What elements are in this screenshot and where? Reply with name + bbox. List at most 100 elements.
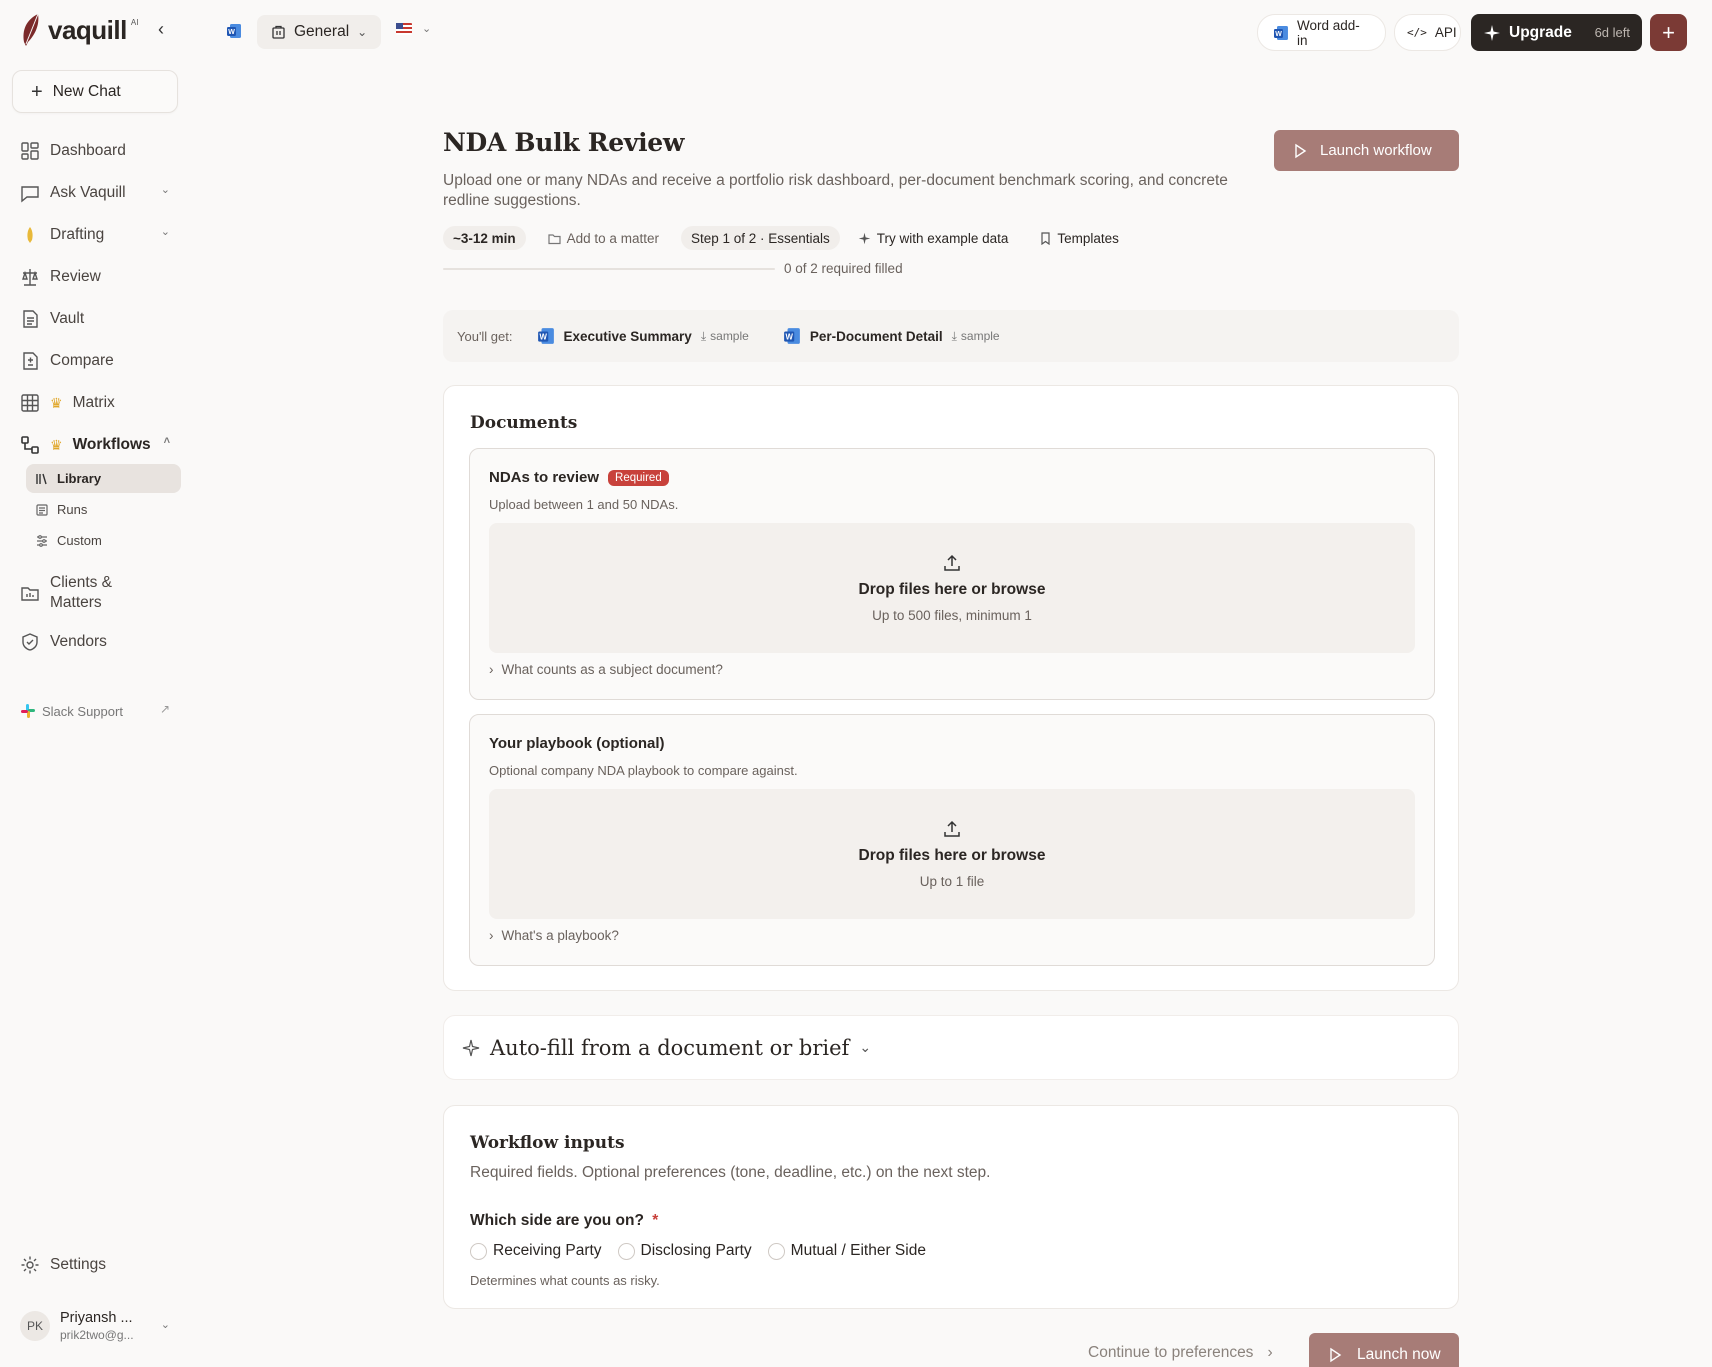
gear-icon bbox=[21, 1256, 39, 1274]
brand-suffix: AI bbox=[130, 18, 139, 27]
file-icon bbox=[23, 310, 38, 328]
ndas-title-text: NDAs to review bbox=[489, 469, 600, 486]
add-to-matter-button[interactable]: Add to a matter bbox=[548, 231, 659, 246]
subject-document-help[interactable]: › What counts as a subject document? bbox=[489, 662, 723, 677]
side-question-label: Which side are you on? * bbox=[470, 1212, 658, 1230]
dropzone-label: Drop files here or browse bbox=[858, 581, 1046, 598]
language-select[interactable]: ⌄ bbox=[396, 22, 431, 35]
radio-receiving-party[interactable]: Receiving Party bbox=[470, 1242, 602, 1260]
sidebar-item-compare[interactable]: Compare bbox=[20, 345, 180, 377]
sidebar-item-drafting[interactable]: Drafting ⌄ bbox=[20, 219, 180, 251]
download-sample-button[interactable]: ⤓ sample bbox=[952, 329, 1000, 344]
upgrade-button[interactable]: Upgrade 6d left bbox=[1471, 14, 1642, 51]
launch-now-label: Launch now bbox=[1357, 1346, 1441, 1363]
sidebar-item-label: Compare bbox=[50, 352, 114, 369]
play-icon bbox=[1330, 1347, 1342, 1363]
chevron-right-icon: › bbox=[1267, 1344, 1273, 1361]
documents-title: Documents bbox=[470, 413, 578, 433]
required-asterisk: * bbox=[652, 1212, 659, 1229]
new-chat-button[interactable]: + New Chat bbox=[12, 70, 178, 113]
sidebar-item-label: Matrix bbox=[72, 394, 115, 411]
sidebar-item-dashboard[interactable]: Dashboard bbox=[20, 135, 180, 167]
sidebar-item-custom[interactable]: Custom bbox=[26, 526, 181, 555]
output-per-document-detail: W Per-Document Detail ⤓ sample bbox=[773, 320, 1010, 352]
folder-icon bbox=[548, 233, 561, 244]
playbook-title-text: Your playbook (optional) bbox=[489, 735, 665, 752]
sidebar-item-vault[interactable]: Vault bbox=[20, 303, 180, 335]
sample-label: sample bbox=[710, 329, 749, 343]
ndas-dropzone[interactable]: Drop files here or browse Up to 500 file… bbox=[489, 523, 1415, 653]
side-hint: Determines what counts as risky. bbox=[470, 1273, 660, 1288]
radio-disclosing-party[interactable]: Disclosing Party bbox=[617, 1242, 752, 1260]
step-badge: Step 1 of 2 · Essentials bbox=[680, 226, 840, 250]
sidebar-item-clients-matters[interactable]: Clients & Matters bbox=[20, 572, 180, 614]
svg-text:W: W bbox=[228, 29, 235, 36]
templates-button[interactable]: Templates bbox=[1040, 231, 1119, 246]
pen-icon bbox=[27, 227, 33, 243]
output-name: Per-Document Detail bbox=[809, 328, 943, 344]
workflow-inputs-card: Workflow inputs Required fields. Optiona… bbox=[443, 1105, 1459, 1309]
chevron-down-icon: ⌄ bbox=[859, 1039, 872, 1055]
grid-icon bbox=[21, 394, 39, 412]
radio-mutual[interactable]: Mutual / Either Side bbox=[767, 1242, 926, 1260]
word-icon: W bbox=[537, 328, 554, 344]
slack-support-link[interactable]: Slack Support ↗ bbox=[20, 700, 170, 722]
crown-icon: ♛ bbox=[50, 394, 63, 411]
sliders-icon bbox=[37, 534, 47, 547]
radio-circle bbox=[767, 1242, 785, 1260]
runs-icon bbox=[36, 503, 48, 516]
time-estimate-badge: ~3-12 min bbox=[443, 226, 526, 250]
brand-name: vaquill bbox=[48, 14, 127, 45]
launch-workflow-button[interactable]: Launch workflow bbox=[1274, 130, 1459, 171]
shield-icon bbox=[22, 633, 38, 651]
plus-icon: + bbox=[31, 80, 43, 103]
brand-logo[interactable]: vaquill AI bbox=[18, 10, 138, 50]
crown-icon: ♛ bbox=[50, 436, 63, 453]
quill-logo-icon bbox=[23, 13, 39, 46]
sidebar-item-vendors[interactable]: Vendors bbox=[20, 626, 180, 658]
sparkle-icon bbox=[1484, 24, 1500, 41]
playbook-dropzone[interactable]: Drop files here or browse Up to 1 file bbox=[489, 789, 1415, 919]
chevron-right-icon: › bbox=[489, 662, 494, 677]
collapse-sidebar-icon[interactable]: ‹ bbox=[150, 18, 172, 40]
chevron-right-icon: › bbox=[489, 928, 494, 943]
dropzone-hint: Up to 1 file bbox=[919, 874, 985, 889]
user-menu[interactable]: PK Priyansh ... prik2two@g... ⌄ bbox=[20, 1304, 180, 1348]
upload-icon bbox=[944, 820, 960, 837]
dropzone-hint: Up to 500 files, minimum 1 bbox=[872, 608, 1032, 623]
sidebar-item-matrix[interactable]: ♛ Matrix bbox=[20, 387, 180, 419]
sidebar-item-library[interactable]: Library bbox=[26, 464, 181, 493]
launch-now-button[interactable]: Launch now bbox=[1309, 1333, 1459, 1367]
sidebar-item-label: Vault bbox=[50, 310, 85, 327]
try-example-button[interactable]: Try with example data bbox=[858, 230, 1009, 246]
word-addin-button[interactable]: W Word add-in bbox=[1257, 14, 1386, 51]
sidebar-subitem-label: Library bbox=[57, 471, 102, 486]
workflow-inputs-title: Workflow inputs bbox=[470, 1133, 625, 1153]
playbook-help[interactable]: › What's a playbook? bbox=[489, 928, 619, 943]
plus-icon[interactable]: + bbox=[1650, 14, 1687, 51]
settings-button[interactable]: Settings bbox=[20, 1255, 106, 1275]
ndas-description: Upload between 1 and 50 NDAs. bbox=[489, 497, 679, 512]
sidebar-item-workflows[interactable]: ♛ Workflows ˄ bbox=[20, 429, 180, 461]
radio-circle bbox=[617, 1242, 635, 1260]
download-sample-button[interactable]: ⤓ sample bbox=[701, 329, 749, 344]
chevron-down-icon: ⌄ bbox=[160, 226, 170, 238]
api-button[interactable]: </> API bbox=[1394, 14, 1461, 51]
add-to-matter-label: Add to a matter bbox=[566, 230, 659, 246]
required-badge: Required bbox=[608, 469, 669, 486]
continue-to-preferences-button[interactable]: Continue to preferences › bbox=[1088, 1344, 1273, 1362]
workspace-label: General bbox=[294, 23, 350, 40]
compare-icon bbox=[23, 352, 38, 370]
sidebar-item-ask-vaquill[interactable]: Ask Vaquill ⌄ bbox=[20, 177, 180, 209]
word-icon[interactable]: W bbox=[226, 23, 242, 39]
try-example-label: Try with example data bbox=[876, 230, 1009, 246]
page-description: Upload one or many NDAs and receive a po… bbox=[443, 172, 1228, 209]
sidebar-item-review[interactable]: Review bbox=[20, 261, 180, 293]
radio-label: Receiving Party bbox=[493, 1242, 602, 1259]
autofill-toggle[interactable]: Auto-fill from a document or brief ⌄ bbox=[443, 1015, 1459, 1080]
sidebar-item-runs[interactable]: Runs bbox=[26, 495, 181, 524]
output-executive-summary: W Executive Summary ⤓ sample bbox=[527, 320, 759, 352]
workflow-inputs-description: Required fields. Optional preferences (t… bbox=[470, 1164, 991, 1181]
sidebar-item-label: Review bbox=[50, 268, 101, 285]
workspace-select[interactable]: General ⌄ bbox=[257, 15, 382, 49]
